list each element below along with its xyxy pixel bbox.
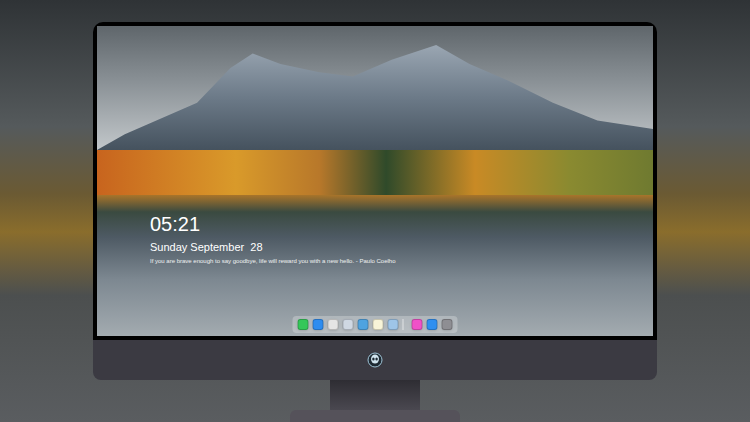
dock-app-icon[interactable] [442, 319, 453, 330]
lock-clock: 05:21 Sunday September 28 If you are brave… [150, 212, 395, 265]
dock-separator [403, 319, 404, 330]
dock-app-icon[interactable] [298, 319, 309, 330]
wallpaper-trees [97, 150, 653, 195]
dock-app-icon[interactable] [328, 319, 339, 330]
monitor-bezel: 05:21 Sunday September 28 If you are brave… [93, 22, 657, 340]
dock-app-icon[interactable] [373, 319, 384, 330]
lock-quote: If you are brave enough to say goodbye, … [150, 257, 395, 265]
screen: 05:21 Sunday September 28 If you are brave… [97, 26, 653, 336]
dock-app-icon[interactable] [358, 319, 369, 330]
monitor-chin [93, 340, 657, 380]
clock-date: Sunday September 28 [150, 240, 395, 254]
wallpaper-mountains [97, 45, 653, 150]
dock-app-icon[interactable] [427, 319, 438, 330]
monitor-base [290, 410, 460, 422]
dock-group [298, 319, 399, 330]
dock [293, 316, 458, 333]
monitor-neck [330, 380, 420, 410]
page: 05:21 Sunday September 28 If you are brave… [0, 0, 750, 422]
dock-app-icon[interactable] [412, 319, 423, 330]
dock-app-icon[interactable] [388, 319, 399, 330]
clock-time: 05:21 [150, 212, 395, 236]
wallpaper-sky [97, 26, 653, 150]
dock-app-icon[interactable] [313, 319, 324, 330]
brand-logo-icon [367, 352, 383, 368]
dock-app-icon[interactable] [343, 319, 354, 330]
dock-group [403, 319, 453, 330]
